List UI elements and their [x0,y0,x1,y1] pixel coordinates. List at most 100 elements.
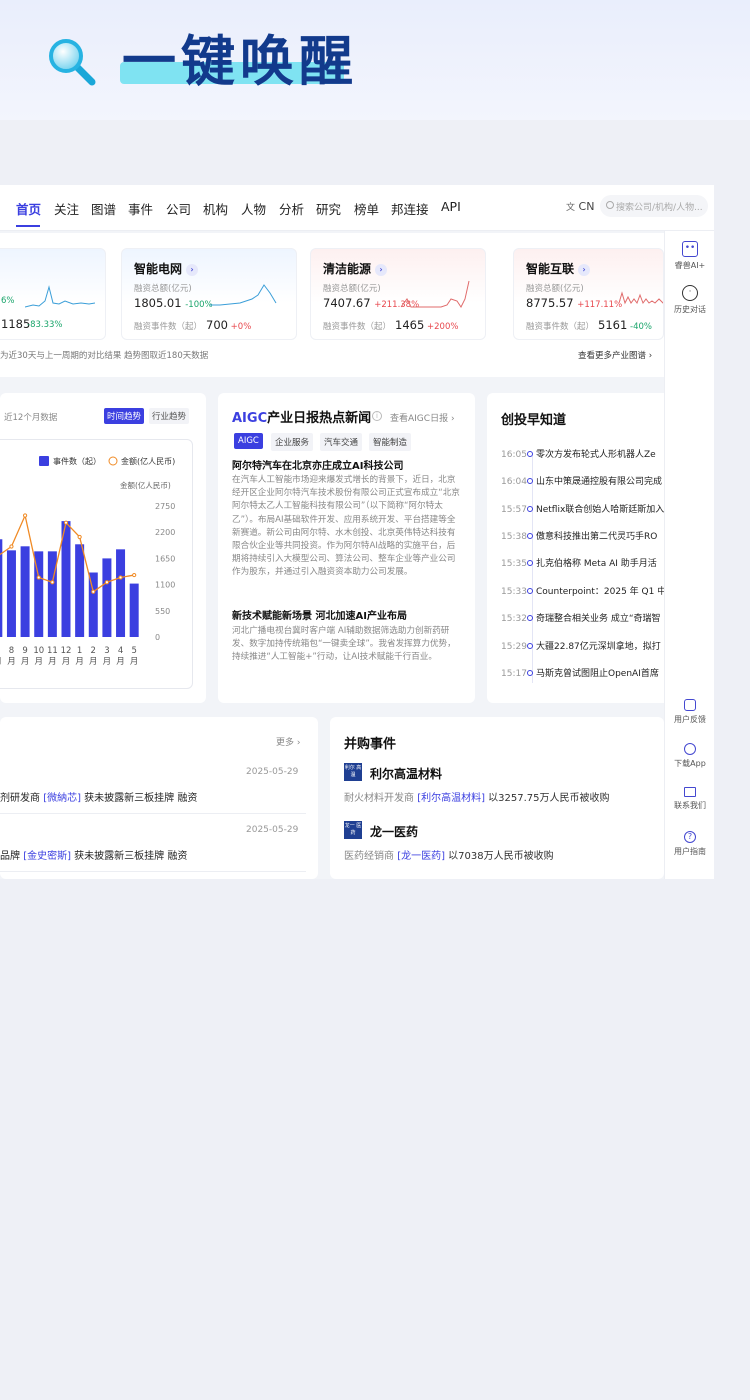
nav-follow[interactable]: 关注 [54,199,79,218]
x-tick-label: 10 [33,646,44,656]
tab-industry-trend[interactable]: 行业趋势 [149,408,190,424]
industry-card-smart-grid[interactable]: 智能电网 › 融资总额(亿元) 1805.01 -100% 融资事件数（起） 700… [121,248,297,340]
tick-label: 1100 [155,581,175,590]
events-label: 融资事件数（起） [323,322,392,332]
line-point [77,534,82,540]
company-link[interactable]: [金史密斯] [23,851,71,862]
ai-assistant-button[interactable]: •• 睿兽AI+ [665,241,714,271]
bar [6,550,16,637]
industry-card-partial[interactable]: 6% 1185 -83.33% [0,248,106,340]
aigc-more-link[interactable]: 查看AIGC日报 › [390,411,455,424]
timeline-dot [527,615,533,621]
card-title: 清洁能源 [323,262,372,276]
nav-api[interactable]: API [441,199,461,214]
nav-home[interactable]: 首页 [16,199,41,218]
nav-people[interactable]: 人物 [241,199,266,218]
article-title[interactable]: 新技术赋能新场景 河北加速AI产业布局 [232,607,407,622]
hero-banner: 一键唤醒 [0,0,750,120]
company-name[interactable]: 利尔高温材料 [370,765,442,782]
nav-company[interactable]: 公司 [166,199,191,218]
tab-smart-manufacturing[interactable]: 智能制造 [369,433,412,451]
search-input[interactable]: 搜索公司/机构/人物... [600,195,708,217]
nav-analysis[interactable]: 分析 [279,199,304,218]
language-switch[interactable]: 文 CN [566,200,594,213]
events-label: 融资事件数（起） [526,322,595,332]
chevron-right-icon: › [186,264,199,276]
app-screenshot: 首页 关注 图谱 事件 公司 机构 人物 分析 研究 榜单 邦连接 API 文 … [0,185,714,879]
tab-time-trend[interactable]: 时间趋势 [104,408,145,424]
article-title[interactable]: 阿尔特汽车在北京亦庄成立AI科技公司 [232,457,403,472]
line-point [91,589,96,594]
tab-enterprise-service[interactable]: 企业服务 [271,433,314,451]
hero-title: 一键唤醒 [122,30,358,93]
timeline-dot [527,670,533,676]
nav-graph[interactable]: 图谱 [91,199,116,218]
divider [0,871,306,872]
financing-more-link[interactable]: 更多 › [276,735,301,748]
chevron-right-icon: › [648,351,653,361]
events-row: 融资事件数（起） 1465 +200% [323,318,458,332]
guide-button[interactable]: ? 用户指南 [665,831,714,857]
info-icon[interactable]: i [372,411,382,421]
industry-card-clean-energy[interactable]: 清洁能源 › 融资总额(亿元) 7407.67 +211.38% 融资事件数（起）… [310,248,486,340]
industry-card-smart-iot[interactable]: 智能互联 › 融资总额(亿元) 8775.57 +117.11% 融资事件数（起）… [513,248,664,340]
tick-label: 1650 [155,554,175,563]
tick-label: 550 [155,607,170,616]
tab-auto-transport[interactable]: 汽车交通 [320,433,363,451]
trend-subtitle: 近12个月数据 [4,413,58,423]
news-item[interactable]: 16:05 零次方发布轮式人形机器人Ze [501,447,687,460]
sparkline [25,285,95,308]
news-item[interactable]: 15:29 大疆22.87亿元深圳拿地，拟打 [501,639,687,652]
line-point [63,520,69,525]
nav-research[interactable]: 研究 [316,199,341,218]
x-tick-unit: 月 [62,657,71,667]
news-item[interactable]: 15:57 Netflix联合创始人哈斯廷斯加入 [501,502,687,515]
financing-item[interactable]: 剂研发商 [微納芯] 获未披露新三板挂牌 融资 [0,789,197,804]
events-row: 融资事件数（起） 700 +0% [134,318,251,332]
legend-swatch [39,456,49,466]
bar [88,572,98,637]
news-item[interactable]: 15:33 Counterpoint：2025 年 Q1 中 [501,584,687,597]
news-item[interactable]: 15:35 扎克伯格称 Meta AI 助手月活 [501,556,687,569]
company-link[interactable]: [微納芯] [43,793,81,804]
news-item[interactable]: 15:17 马斯克曾试图阻止OpenAI首席 [501,666,687,679]
article-body: 河北广播电视台冀时客户端 AI辅助数据筛选助力创新药研发、数字加持传统箱包“一键… [232,626,456,663]
amount-pct: -100% [185,300,213,310]
events-value: 1465 [395,318,425,332]
company-link[interactable]: [利尔高温材料] [417,793,485,804]
tab-aigc[interactable]: AIGC [234,433,263,449]
sparkline [210,284,277,306]
financing-item[interactable]: 品牌 [金史密斯] 获未披露新三板挂牌 融资 [0,847,187,862]
feedback-button[interactable]: 用户反馈 [665,699,714,725]
company-link[interactable]: [龙一医药] [397,851,445,862]
amount-label: 融资总额(亿元) [323,284,381,294]
amount-pct: +117.11% [577,300,623,310]
legend-label: 事件数（起） [53,456,101,466]
events-pct: +0% [230,322,252,332]
x-tick-label: 9 [22,646,27,656]
news-item[interactable]: 15:38 傲意科技推出第二代灵巧手RO [501,529,687,542]
timeline-dot [527,451,533,457]
more-industry-link[interactable]: 查看更多产业图谱 › [578,349,652,361]
nav-institution[interactable]: 机构 [203,199,228,218]
news-item[interactable]: 15:32 奇瑞整合相关业务 成立“奇瑞智 [501,611,687,624]
nav-rankings[interactable]: 榜单 [354,199,379,218]
news-item[interactable]: 16:04 山东中策晟通控股有限公司完成 [501,474,687,487]
trend-chart: 事件数（起） 金额(亿人民币)金额(亿人民币)055011001650220027… [0,456,175,667]
nav-connect[interactable]: 邦连接 [391,199,429,218]
events-value: 700 [206,318,228,332]
magnifier-icon [49,39,96,86]
chevron-right-icon: › [578,264,591,276]
company-name[interactable]: 龙一医药 [370,823,418,840]
events-pct: -40% [630,322,652,332]
partial-events: 1185 [1,317,31,331]
history-button[interactable]: · 历史对话 [665,285,714,315]
x-tick-label: 3 [104,646,109,656]
contact-button[interactable]: 联系我们 [665,787,714,811]
timeline-dot [527,643,533,649]
download-app-button[interactable]: 下载App [665,743,714,769]
timeline-dot [527,533,533,539]
nav-events[interactable]: 事件 [128,199,153,218]
x-tick-label: 4 [118,646,123,656]
trend-chart-card: 事件数（起） 金额(亿人民币) 金额(亿人民币) 0 550 1100 1650 2200 27… [0,439,193,689]
